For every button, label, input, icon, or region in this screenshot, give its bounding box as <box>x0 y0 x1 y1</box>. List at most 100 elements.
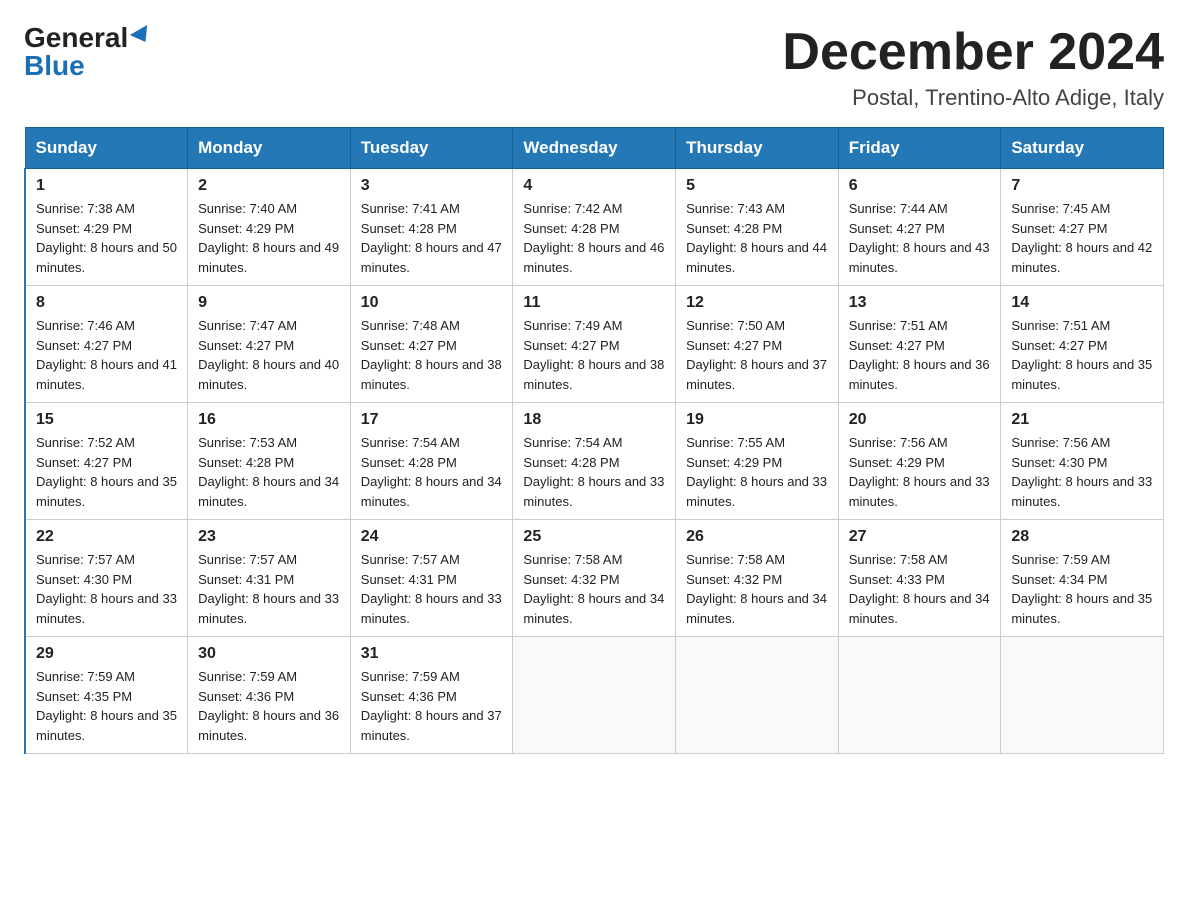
day-sun-info: Sunrise: 7:56 AMSunset: 4:29 PMDaylight:… <box>849 433 991 511</box>
day-sun-info: Sunrise: 7:54 AMSunset: 4:28 PMDaylight:… <box>361 433 503 511</box>
calendar-day-cell: 25Sunrise: 7:58 AMSunset: 4:32 PMDayligh… <box>513 520 676 637</box>
day-number: 31 <box>361 645 503 663</box>
day-number: 4 <box>523 177 665 195</box>
calendar-day-cell: 29Sunrise: 7:59 AMSunset: 4:35 PMDayligh… <box>25 637 188 754</box>
day-number: 15 <box>36 411 177 429</box>
day-sun-info: Sunrise: 7:38 AMSunset: 4:29 PMDaylight:… <box>36 199 177 277</box>
calendar-day-cell: 28 Sunrise: 7:59 AMSunset: 4:34 PMDayligh… <box>1001 520 1164 637</box>
calendar-day-cell: 15 Sunrise: 7:52 AMSunset: 4:27 PMDayligh… <box>25 403 188 520</box>
calendar-day-cell: 1 Sunrise: 7:38 AMSunset: 4:29 PMDaylight… <box>25 169 188 286</box>
day-number: 22 <box>36 528 177 546</box>
calendar-table: SundayMondayTuesdayWednesdayThursdayFrid… <box>24 127 1164 754</box>
day-sun-info: Sunrise: 7:52 AMSunset: 4:27 PMDaylight:… <box>36 433 177 511</box>
calendar-day-cell: 5 Sunrise: 7:43 AMSunset: 4:28 PMDaylight… <box>676 169 839 286</box>
day-sun-info: Sunrise: 7:42 AMSunset: 4:28 PMDaylight:… <box>523 199 665 277</box>
calendar-day-cell: 24Sunrise: 7:57 AMSunset: 4:31 PMDayligh… <box>350 520 513 637</box>
calendar-week-row: 8 Sunrise: 7:46 AMSunset: 4:27 PMDaylight… <box>25 286 1164 403</box>
calendar-week-row: 29Sunrise: 7:59 AMSunset: 4:35 PMDayligh… <box>25 637 1164 754</box>
day-number: 9 <box>198 294 340 312</box>
day-sun-info: Sunrise: 7:58 AMSunset: 4:32 PMDaylight:… <box>523 550 665 628</box>
day-number: 6 <box>849 177 991 195</box>
day-sun-info: Sunrise: 7:51 AMSunset: 4:27 PMDaylight:… <box>1011 316 1153 394</box>
weekday-header: Wednesday <box>513 128 676 169</box>
day-number: 13 <box>849 294 991 312</box>
day-sun-info: Sunrise: 7:56 AMSunset: 4:30 PMDaylight:… <box>1011 433 1153 511</box>
calendar-day-cell: 8 Sunrise: 7:46 AMSunset: 4:27 PMDaylight… <box>25 286 188 403</box>
month-title: December 2024 <box>782 24 1164 81</box>
calendar-day-cell: 30Sunrise: 7:59 AMSunset: 4:36 PMDayligh… <box>188 637 351 754</box>
day-sun-info: Sunrise: 7:59 AMSunset: 4:35 PMDaylight:… <box>36 667 177 745</box>
calendar-day-cell: 12 Sunrise: 7:50 AMSunset: 4:27 PMDayligh… <box>676 286 839 403</box>
day-number: 30 <box>198 645 340 663</box>
day-number: 28 <box>1011 528 1153 546</box>
day-sun-info: Sunrise: 7:46 AMSunset: 4:27 PMDaylight:… <box>36 316 177 394</box>
day-sun-info: Sunrise: 7:47 AMSunset: 4:27 PMDaylight:… <box>198 316 340 394</box>
weekday-header: Monday <box>188 128 351 169</box>
day-sun-info: Sunrise: 7:48 AMSunset: 4:27 PMDaylight:… <box>361 316 503 394</box>
day-number: 17 <box>361 411 503 429</box>
day-sun-info: Sunrise: 7:54 AMSunset: 4:28 PMDaylight:… <box>523 433 665 511</box>
day-number: 11 <box>523 294 665 312</box>
calendar-day-cell: 9 Sunrise: 7:47 AMSunset: 4:27 PMDaylight… <box>188 286 351 403</box>
day-number: 10 <box>361 294 503 312</box>
day-sun-info: Sunrise: 7:40 AMSunset: 4:29 PMDaylight:… <box>198 199 340 277</box>
weekday-header-row: SundayMondayTuesdayWednesdayThursdayFrid… <box>25 128 1164 169</box>
day-number: 23 <box>198 528 340 546</box>
logo-general-text: General <box>24 24 128 52</box>
weekday-header: Sunday <box>25 128 188 169</box>
day-number: 7 <box>1011 177 1153 195</box>
location-title: Postal, Trentino-Alto Adige, Italy <box>782 85 1164 111</box>
day-sun-info: Sunrise: 7:57 AMSunset: 4:31 PMDaylight:… <box>361 550 503 628</box>
day-sun-info: Sunrise: 7:57 AMSunset: 4:30 PMDaylight:… <box>36 550 177 628</box>
day-number: 3 <box>361 177 503 195</box>
weekday-header: Tuesday <box>350 128 513 169</box>
day-number: 21 <box>1011 411 1153 429</box>
day-number: 12 <box>686 294 828 312</box>
weekday-header: Friday <box>838 128 1001 169</box>
day-sun-info: Sunrise: 7:43 AMSunset: 4:28 PMDaylight:… <box>686 199 828 277</box>
day-sun-info: Sunrise: 7:41 AMSunset: 4:28 PMDaylight:… <box>361 199 503 277</box>
calendar-day-cell: 13 Sunrise: 7:51 AMSunset: 4:27 PMDayligh… <box>838 286 1001 403</box>
calendar-day-cell: 18Sunrise: 7:54 AMSunset: 4:28 PMDayligh… <box>513 403 676 520</box>
day-number: 20 <box>849 411 991 429</box>
day-sun-info: Sunrise: 7:59 AMSunset: 4:36 PMDaylight:… <box>361 667 503 745</box>
logo-blue-text: Blue <box>24 52 85 80</box>
calendar-day-cell: 7Sunrise: 7:45 AMSunset: 4:27 PMDaylight… <box>1001 169 1164 286</box>
calendar-week-row: 22 Sunrise: 7:57 AMSunset: 4:30 PMDayligh… <box>25 520 1164 637</box>
calendar-day-cell: 10 Sunrise: 7:48 AMSunset: 4:27 PMDayligh… <box>350 286 513 403</box>
day-sun-info: Sunrise: 7:49 AMSunset: 4:27 PMDaylight:… <box>523 316 665 394</box>
calendar-day-cell: 19 Sunrise: 7:55 AMSunset: 4:29 PMDayligh… <box>676 403 839 520</box>
calendar-day-cell: 6 Sunrise: 7:44 AMSunset: 4:27 PMDaylight… <box>838 169 1001 286</box>
calendar-week-row: 15 Sunrise: 7:52 AMSunset: 4:27 PMDayligh… <box>25 403 1164 520</box>
calendar-day-cell: 26Sunrise: 7:58 AMSunset: 4:32 PMDayligh… <box>676 520 839 637</box>
calendar-day-cell: 3 Sunrise: 7:41 AMSunset: 4:28 PMDaylight… <box>350 169 513 286</box>
day-number: 8 <box>36 294 177 312</box>
day-number: 1 <box>36 177 177 195</box>
calendar-day-cell: 21 Sunrise: 7:56 AMSunset: 4:30 PMDayligh… <box>1001 403 1164 520</box>
day-sun-info: Sunrise: 7:58 AMSunset: 4:33 PMDaylight:… <box>849 550 991 628</box>
day-number: 19 <box>686 411 828 429</box>
logo-arrow-icon <box>130 25 154 47</box>
day-number: 5 <box>686 177 828 195</box>
calendar-day-cell: 11 Sunrise: 7:49 AMSunset: 4:27 PMDayligh… <box>513 286 676 403</box>
day-sun-info: Sunrise: 7:51 AMSunset: 4:27 PMDaylight:… <box>849 316 991 394</box>
weekday-header: Saturday <box>1001 128 1164 169</box>
day-sun-info: Sunrise: 7:55 AMSunset: 4:29 PMDaylight:… <box>686 433 828 511</box>
calendar-week-row: 1 Sunrise: 7:38 AMSunset: 4:29 PMDaylight… <box>25 169 1164 286</box>
calendar-day-cell: 23Sunrise: 7:57 AMSunset: 4:31 PMDayligh… <box>188 520 351 637</box>
day-sun-info: Sunrise: 7:50 AMSunset: 4:27 PMDaylight:… <box>686 316 828 394</box>
calendar-day-cell <box>513 637 676 754</box>
page-header: General Blue December 2024 Postal, Trent… <box>24 24 1164 111</box>
calendar-day-cell: 22 Sunrise: 7:57 AMSunset: 4:30 PMDayligh… <box>25 520 188 637</box>
title-block: December 2024 Postal, Trentino-Alto Adig… <box>782 24 1164 111</box>
calendar-day-cell <box>838 637 1001 754</box>
day-sun-info: Sunrise: 7:53 AMSunset: 4:28 PMDaylight:… <box>198 433 340 511</box>
calendar-day-cell: 14 Sunrise: 7:51 AMSunset: 4:27 PMDayligh… <box>1001 286 1164 403</box>
day-sun-info: Sunrise: 7:44 AMSunset: 4:27 PMDaylight:… <box>849 199 991 277</box>
calendar-day-cell: 2Sunrise: 7:40 AMSunset: 4:29 PMDaylight… <box>188 169 351 286</box>
day-number: 14 <box>1011 294 1153 312</box>
calendar-day-cell: 17 Sunrise: 7:54 AMSunset: 4:28 PMDayligh… <box>350 403 513 520</box>
day-number: 26 <box>686 528 828 546</box>
day-sun-info: Sunrise: 7:59 AMSunset: 4:34 PMDaylight:… <box>1011 550 1153 628</box>
weekday-header: Thursday <box>676 128 839 169</box>
